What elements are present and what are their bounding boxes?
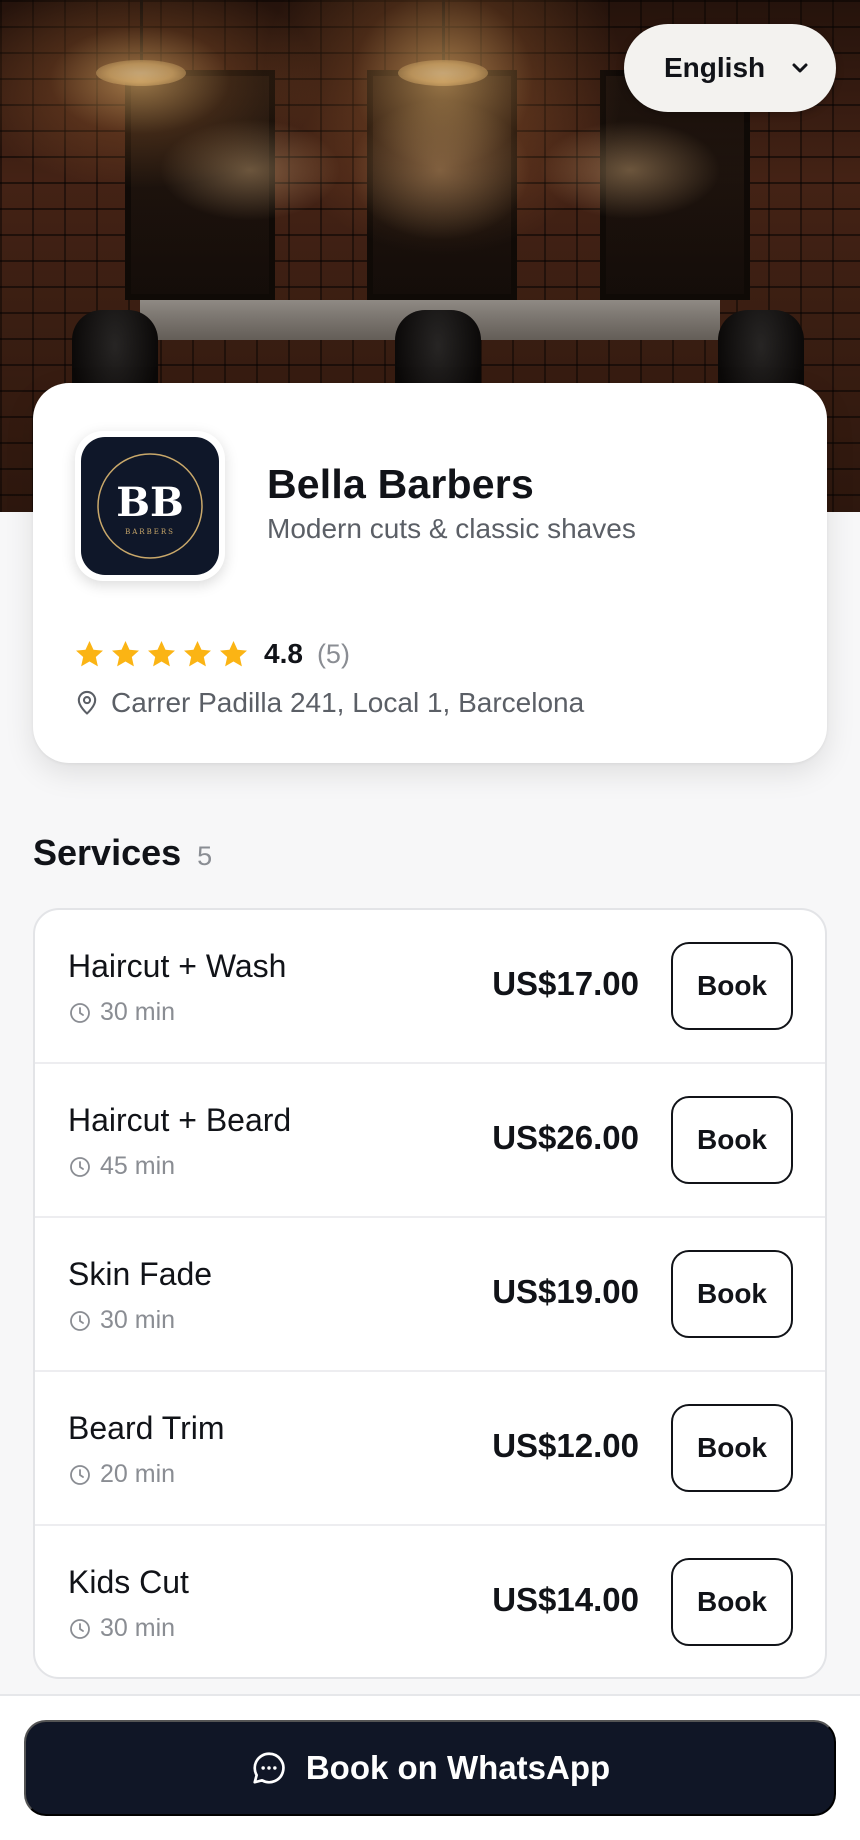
barbers-logo-mark: BB BARBERS <box>97 453 203 559</box>
business-tagline: Modern cuts & classic shaves <box>267 513 636 544</box>
service-price: US$17.00 <box>492 965 639 1002</box>
svg-text:BB: BB <box>116 479 184 526</box>
book-button[interactable]: Book <box>671 1558 793 1646</box>
services-title: Services <box>33 832 182 873</box>
star-icon <box>220 640 247 666</box>
service-duration: 30 min <box>68 998 175 1027</box>
book-button[interactable]: Book <box>671 942 793 1030</box>
clock-icon <box>70 1310 90 1331</box>
whatsapp-chat-icon <box>253 1752 285 1784</box>
clock-icon <box>70 1464 90 1485</box>
service-duration-text: 20 min <box>100 1460 176 1488</box>
service-duration-text: 30 min <box>100 1306 176 1334</box>
review-count: (5) <box>316 638 350 669</box>
service-duration-text: 30 min <box>100 1614 176 1642</box>
map-pin-icon <box>77 690 97 715</box>
service-row: Skin Fade 30 min US$19.00 Book <box>35 1218 825 1372</box>
star-icon <box>112 640 139 666</box>
rating: 4.8 (5) <box>73 636 350 672</box>
logo-badge: BB BARBERS <box>81 437 219 575</box>
business-profile-card: BB BARBERS Bella Barbers Modern cuts & c… <box>33 383 827 763</box>
clock-icon <box>70 1002 90 1023</box>
service-duration: 45 min <box>68 1152 175 1181</box>
star-icon <box>76 640 103 666</box>
service-name: Beard Trim <box>68 1410 225 1446</box>
star-icon <box>184 640 211 666</box>
book-on-whatsapp-label: Book on WhatsApp <box>305 1749 611 1786</box>
book-button[interactable]: Book <box>671 1096 793 1184</box>
book-on-whatsapp-button[interactable]: Book on WhatsApp <box>24 1720 836 1816</box>
service-price: US$14.00 <box>492 1581 639 1618</box>
clock-icon <box>70 1156 90 1177</box>
service-price: US$19.00 <box>492 1273 639 1310</box>
business-logo: BB BARBERS <box>75 431 225 581</box>
service-duration: 30 min <box>68 1614 175 1643</box>
service-name: Haircut + Beard <box>68 1102 292 1138</box>
language-select[interactable]: English <box>624 24 836 112</box>
footer-bar: Book on WhatsApp <box>0 1694 860 1840</box>
address: Carrer Padilla 241, Local 1, Barcelona <box>73 685 584 721</box>
service-duration: 30 min <box>68 1306 175 1335</box>
book-button[interactable]: Book <box>671 1250 793 1338</box>
rating-value: 4.8 <box>264 638 303 669</box>
business-name: Bella Barbers <box>267 461 534 507</box>
clock-icon <box>70 1618 90 1639</box>
service-row: Haircut + Beard 45 min US$26.00 Book <box>35 1064 825 1218</box>
service-row: Kids Cut 30 min US$14.00 Book <box>35 1526 825 1677</box>
service-price: US$12.00 <box>492 1427 639 1464</box>
service-name: Haircut + Wash <box>68 948 287 984</box>
chevron-down-icon <box>792 63 808 73</box>
star-icon <box>148 640 175 666</box>
services-list: Haircut + Wash 30 min US$17.00 Book Hair… <box>33 908 827 1679</box>
book-button[interactable]: Book <box>671 1404 793 1492</box>
address-text: Carrer Padilla 241, Local 1, Barcelona <box>111 687 585 718</box>
services-count: 5 <box>197 841 213 871</box>
service-row: Beard Trim 20 min US$12.00 Book <box>35 1372 825 1526</box>
service-duration: 20 min <box>68 1460 175 1489</box>
service-name: Skin Fade <box>68 1256 213 1292</box>
svg-text:BARBERS: BARBERS <box>125 528 175 536</box>
service-price: US$26.00 <box>492 1119 639 1156</box>
service-row: Haircut + Wash 30 min US$17.00 Book <box>35 910 825 1064</box>
language-select-value: English <box>664 52 766 83</box>
star-rating <box>73 638 250 671</box>
services-header: Services 5 <box>33 832 212 874</box>
service-duration-text: 30 min <box>100 998 176 1026</box>
service-duration-text: 45 min <box>100 1152 176 1180</box>
service-name: Kids Cut <box>68 1564 189 1600</box>
